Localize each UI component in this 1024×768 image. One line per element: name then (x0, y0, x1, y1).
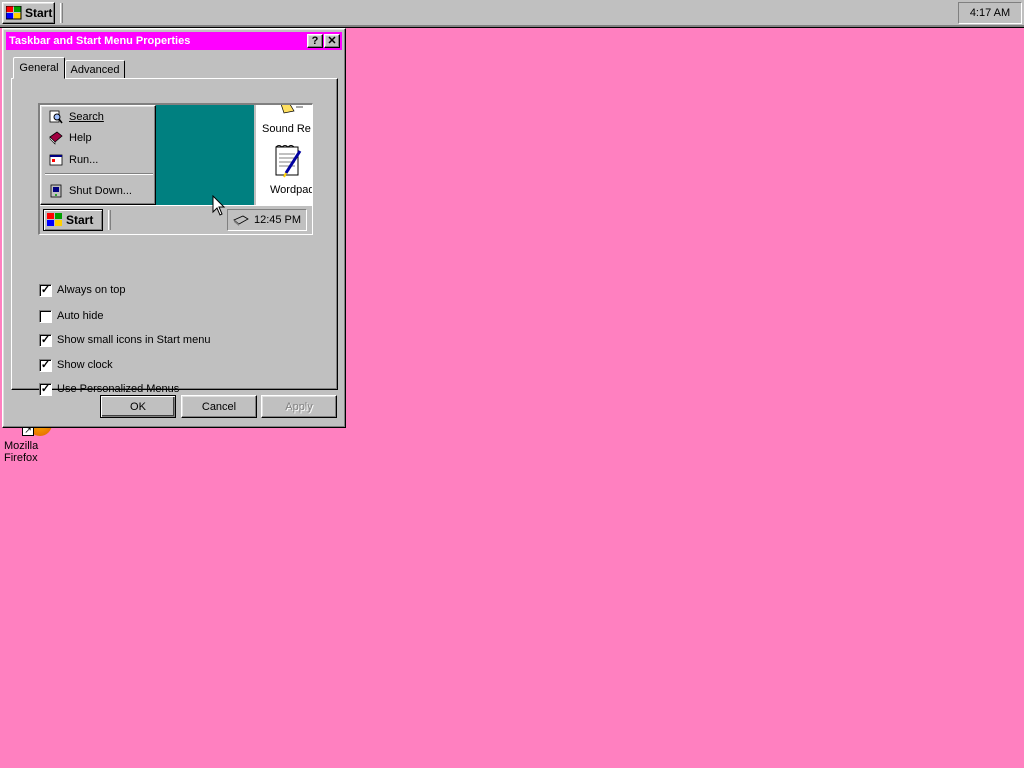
option-label: Use Personalized Menus (57, 383, 180, 395)
preview-menu-item-shutdown: Shut Down... (49, 182, 132, 200)
option-label: Show clock (57, 359, 113, 371)
taskbar-clock[interactable]: 4:17 AM (970, 7, 1010, 19)
personalized-menus-checkbox[interactable]: ✓ (39, 382, 52, 396)
start-button[interactable]: Start (2, 2, 55, 24)
option-show-clock[interactable]: ✓ Show clock (39, 357, 113, 373)
option-auto-hide[interactable]: Auto hide (39, 308, 103, 324)
option-always-on-top[interactable]: ✓ Always on top (39, 282, 125, 298)
tab-advanced[interactable]: Advanced (65, 60, 125, 79)
tab-general-label: General (19, 62, 59, 74)
title-bar[interactable]: Taskbar and Start Menu Properties ? ✕ (6, 32, 342, 50)
preview-app-label: Wordpad (270, 184, 313, 196)
preview-menu-separator (45, 173, 153, 175)
mouse-cursor-icon (212, 195, 226, 216)
help-book-icon (49, 131, 63, 145)
wordpad-icon (275, 145, 302, 178)
search-icon (49, 110, 63, 124)
preview-clock: 12:45 PM (253, 214, 302, 226)
preview-start-button: Start (43, 209, 103, 231)
taskbar: Start 4:17 AM (0, 0, 1024, 28)
show-clock-checkbox[interactable]: ✓ (39, 358, 52, 372)
speaker-icon (280, 105, 303, 114)
tab-advanced-label: Advanced (70, 64, 120, 76)
option-show-small-icons[interactable]: ✓ Show small icons in Start menu (39, 332, 210, 348)
preview-menu-item-run: Run... (49, 151, 98, 169)
auto-hide-checkbox[interactable] (39, 309, 52, 323)
system-tray: 4:17 AM (958, 2, 1022, 24)
shutdown-icon (50, 184, 62, 198)
preview-menu-label: Help (69, 132, 92, 144)
close-button[interactable]: ✕ (324, 34, 340, 48)
help-button[interactable]: ? (307, 34, 323, 48)
general-tab-panel: Sound Re Wordpad Search Help Run... Shut… (11, 78, 338, 396)
option-label: Auto hide (57, 310, 104, 322)
taskbar-properties-dialog: Taskbar and Start Menu Properties ? ✕ Ge… (2, 28, 346, 428)
preview-taskbar: Start 12:45 PM (40, 205, 312, 234)
dialog-title: Taskbar and Start Menu Properties (9, 35, 191, 47)
cancel-button[interactable]: Cancel (181, 395, 257, 418)
preview-app-label: Sound Re (262, 123, 311, 135)
taskbar-grip[interactable] (60, 3, 63, 23)
preview-menu-label: Run... (69, 154, 99, 166)
preview-menu-label: Search (69, 111, 104, 123)
preview-taskbar-grip (108, 210, 111, 230)
show-small-icons-checkbox[interactable]: ✓ (39, 333, 52, 347)
windows-logo-icon (6, 6, 22, 20)
preview-menu-item-search: Search (49, 108, 104, 126)
start-label: Start (25, 6, 53, 20)
option-label: Show small icons in Start menu (57, 334, 211, 346)
run-icon (49, 154, 63, 166)
preview-start-menu: Search Help Run... Shut Down... (40, 105, 156, 205)
printer-icon (233, 215, 249, 226)
apply-button[interactable]: Apply (261, 395, 337, 418)
desktop-icon-firefox[interactable]: ↗ Mozilla Firefox (2, 422, 74, 464)
preview-start-label: Start (66, 213, 94, 227)
option-label: Always on top (57, 284, 126, 296)
preview-system-tray: 12:45 PM (227, 209, 307, 231)
always-on-top-checkbox[interactable]: ✓ (39, 283, 52, 297)
ok-button[interactable]: OK (100, 395, 176, 418)
preview-menu-item-help: Help (49, 129, 92, 147)
preview-menu-label: Shut Down... (69, 185, 132, 197)
windows-logo-icon (47, 213, 62, 226)
desktop-icon-label: Mozilla Firefox (4, 440, 39, 464)
taskbar-preview: Sound Re Wordpad Search Help Run... Shut… (38, 103, 313, 235)
tab-general[interactable]: General (13, 57, 65, 79)
